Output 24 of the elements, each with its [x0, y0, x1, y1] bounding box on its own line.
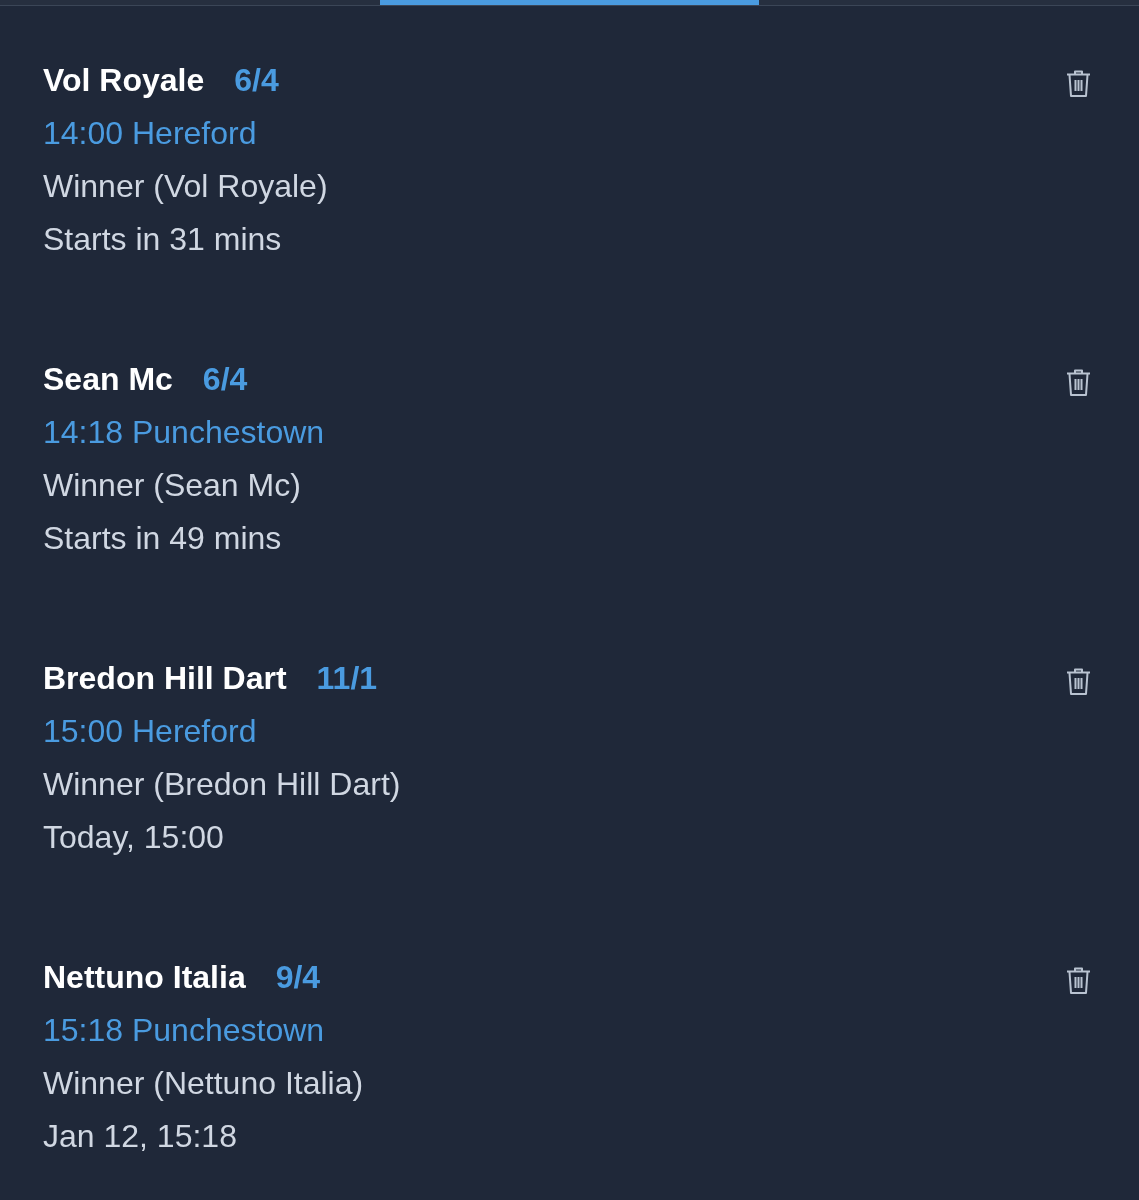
- market-text: Winner (Sean Mc): [43, 466, 301, 505]
- odds-text: 9/4: [275, 958, 321, 997]
- start-time-text: Starts in 31 mins: [43, 220, 282, 259]
- selection-name: Sean Mc: [43, 360, 173, 399]
- trash-icon[interactable]: [1066, 70, 1091, 97]
- market-text: Winner (Vol Royale): [43, 167, 328, 206]
- market-text: Winner (Nettuno Italia): [43, 1064, 364, 1103]
- odds-text: 6/4: [234, 61, 279, 100]
- start-time-text: Today, 15:00: [43, 818, 224, 857]
- trash-icon[interactable]: [1066, 967, 1091, 994]
- race-time-venue: 15:18 Punchestown: [43, 1011, 325, 1050]
- selection-name: Vol Royale: [43, 61, 205, 100]
- trash-icon[interactable]: [1066, 668, 1091, 695]
- selection-name: Bredon Hill Dart: [43, 659, 287, 698]
- race-time-venue: 14:18 Punchestown: [43, 413, 325, 452]
- race-time-venue: 15:00 Hereford: [43, 712, 257, 751]
- odds-text: 6/4: [202, 360, 248, 399]
- odds-text: 11/1: [316, 659, 378, 698]
- race-time-venue: 14:00 Hereford: [43, 114, 257, 153]
- trash-icon[interactable]: [1066, 369, 1091, 396]
- start-time-text: Starts in 49 mins: [43, 519, 282, 558]
- selection-name: Nettuno Italia: [43, 958, 246, 997]
- start-time-text: Jan 12, 15:18: [43, 1117, 237, 1156]
- market-text: Winner (Bredon Hill Dart): [43, 765, 401, 804]
